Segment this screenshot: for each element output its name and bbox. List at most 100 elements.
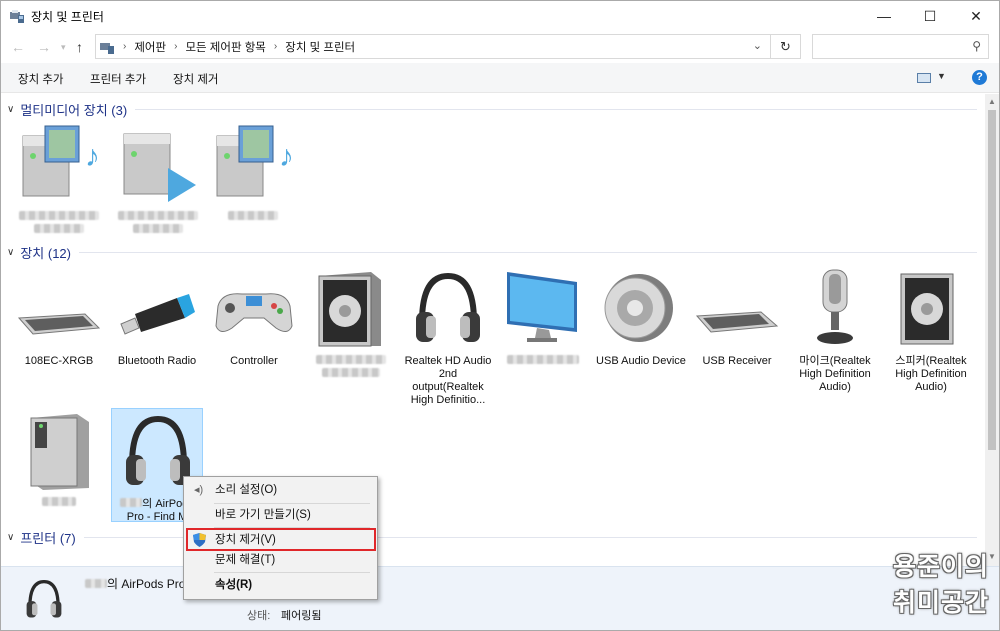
address-row: ← → ▾ ↑ › 제어판 › 모든 제어판 항목 › 장치 및 프린터 ⌄ ↻… <box>1 31 999 63</box>
device-item[interactable] <box>305 266 397 381</box>
crumb-separator-icon: › <box>123 41 127 52</box>
device-label: USB Receiver <box>702 355 772 367</box>
add-printer-button[interactable]: 프린터 추가 <box>90 71 146 87</box>
search-box[interactable]: ⚲ <box>812 34 989 59</box>
device-label-redacted <box>13 497 105 510</box>
headphones-icon <box>416 272 480 342</box>
window-title: 장치 및 프린터 <box>31 9 104 24</box>
keyboard-icon <box>17 313 101 335</box>
view-options-chevron-icon[interactable]: ▼ <box>937 71 946 81</box>
speaker-round-icon <box>604 274 673 342</box>
address-bar[interactable]: › 제어판 › 모든 제어판 항목 › 장치 및 프린터 ⌄ ↻ <box>95 34 801 59</box>
group-header-devices[interactable]: ∨ 장치 (12) <box>7 243 977 262</box>
vertical-scrollbar[interactable]: ▲ ▼ <box>985 94 999 566</box>
menu-item-troubleshoot[interactable]: 문제 해결(T) <box>184 550 377 570</box>
device-item[interactable] <box>497 266 589 368</box>
breadcrumb-control-panel[interactable]: 제어판 <box>134 39 166 55</box>
menu-item-create-shortcut[interactable]: 바로 가기 만들기(S) <box>184 505 377 525</box>
menu-separator <box>214 503 370 504</box>
context-menu: ◂) 소리 설정(O) 바로 가기 만들기(S) 장치 제거(V) 문제 해결(… <box>183 476 378 600</box>
crumb-separator-icon: › <box>174 41 178 52</box>
group-header-multimedia[interactable]: ∨ 멀티미디어 장치 (3) <box>7 100 977 119</box>
group-title-multimedia: 멀티미디어 장치 (3) <box>20 103 128 118</box>
collapse-chevron-icon[interactable]: ∨ <box>7 104 14 115</box>
forward-arrow-icon[interactable]: → <box>37 39 51 55</box>
watermark: 용준이의 취미공간 <box>885 549 997 621</box>
recent-locations-chevron-icon[interactable]: ▾ <box>61 42 66 53</box>
multimedia-device-item[interactable]: ♪ <box>13 122 105 237</box>
menu-separator <box>214 572 370 573</box>
device-item[interactable]: Controller <box>208 266 300 368</box>
device-item[interactable]: 108EC-XRGB <box>13 266 105 368</box>
breadcrumb-devices-printers[interactable]: 장치 및 프린터 <box>285 39 355 55</box>
media-server-icon: ♪ <box>22 125 100 197</box>
watermark-line2: 취미공간 <box>892 588 989 617</box>
control-panel-crumb-icon <box>100 42 114 54</box>
speaker-icon <box>318 272 381 347</box>
device-label-redacted <box>305 355 397 381</box>
details-device-name: 의 AirPods Pro <box>85 575 185 592</box>
speaker-small-icon: ◂) <box>194 484 204 496</box>
keyboard-icon <box>695 311 779 333</box>
device-label-redacted <box>207 211 299 224</box>
device-list: ∨ 멀티미디어 장치 (3) ♪ ♪ ∨ 장치 (12) 108EC-XRGB … <box>1 94 985 566</box>
search-input[interactable] <box>817 35 967 57</box>
headphones-icon <box>26 579 62 618</box>
computer-tower-icon <box>30 414 89 490</box>
device-item[interactable]: USB Receiver <box>691 266 783 368</box>
refresh-icon[interactable]: ↻ <box>770 35 800 58</box>
group-header-printers[interactable]: ∨ 프린터 (7) <box>7 528 977 547</box>
gamepad-icon <box>215 293 293 332</box>
group-title-devices: 장치 (12) <box>20 246 71 261</box>
device-label: 스피커(Realtek High Definition Audio) <box>895 355 967 393</box>
device-label-redacted <box>13 211 105 237</box>
menu-item-sound-settings[interactable]: ◂) 소리 설정(O) <box>184 480 377 500</box>
address-dropdown-chevron-icon[interactable]: ⌄ <box>753 39 762 52</box>
device-label: Bluetooth Radio <box>117 355 197 367</box>
remove-device-button[interactable]: 장치 제거 <box>173 71 219 87</box>
device-label-redacted <box>497 355 589 368</box>
collapse-chevron-icon[interactable]: ∨ <box>7 247 14 258</box>
maximize-button[interactable]: ☐ <box>907 1 953 31</box>
add-device-button[interactable]: 장치 추가 <box>18 71 64 87</box>
device-label: Controller <box>230 355 278 367</box>
help-icon[interactable]: ? <box>972 70 987 85</box>
device-label: 108EC-XRGB <box>24 355 94 367</box>
title-bar: 장치 및 프린터 — ☐ ✕ <box>1 1 999 31</box>
monitor-icon <box>507 272 577 342</box>
device-item[interactable]: USB Audio Device <box>595 266 687 368</box>
scroll-up-arrow-icon[interactable]: ▲ <box>988 97 996 106</box>
command-bar: 장치 추가 프린터 추가 장치 제거 ▼ ? <box>1 63 999 93</box>
device-item[interactable]: 마이크(Realtek High Definition Audio) <box>789 266 881 394</box>
multimedia-device-item[interactable] <box>112 122 204 237</box>
group-divider <box>78 252 977 253</box>
close-button[interactable]: ✕ <box>953 1 999 31</box>
details-status-value: 페어링됨 <box>281 610 322 622</box>
device-item[interactable]: Realtek HD Audio 2nd output(Realtek High… <box>402 266 494 407</box>
svg-text:♪: ♪ <box>279 140 294 173</box>
device-item[interactable]: 스피커(Realtek High Definition Audio) <box>885 266 977 394</box>
bluetooth-dongle-icon <box>120 294 195 335</box>
back-arrow-icon[interactable]: ← <box>11 39 25 55</box>
device-item[interactable] <box>13 408 105 510</box>
svg-text:♪: ♪ <box>85 140 100 173</box>
details-pane: 의 AirPods Pro 상태: 페어링됨 <box>1 566 999 630</box>
device-label: USB Audio Device <box>596 355 686 367</box>
search-icon[interactable]: ⚲ <box>972 39 981 53</box>
minimize-button[interactable]: — <box>861 1 907 31</box>
device-item[interactable]: Bluetooth Radio <box>111 266 203 368</box>
breadcrumb-all-items[interactable]: 모든 제어판 항목 <box>185 39 265 55</box>
media-server-icon: ♪ <box>216 125 294 197</box>
multimedia-device-item[interactable]: ♪ <box>207 122 299 224</box>
change-view-icon[interactable] <box>917 73 931 83</box>
up-arrow-icon[interactable]: ↑ <box>76 39 83 55</box>
device-label: Realtek HD Audio 2nd output(Realtek High… <box>404 355 492 406</box>
devices-printers-app-icon <box>10 10 24 23</box>
speaker-icon <box>900 273 954 345</box>
media-player-icon <box>123 133 196 202</box>
menu-item-properties[interactable]: 속성(R) <box>184 575 377 595</box>
crumb-separator-icon: › <box>273 41 278 52</box>
details-status-label: 상태: <box>247 610 271 622</box>
scroll-thumb[interactable] <box>988 110 996 450</box>
collapse-chevron-icon[interactable]: ∨ <box>7 532 14 543</box>
